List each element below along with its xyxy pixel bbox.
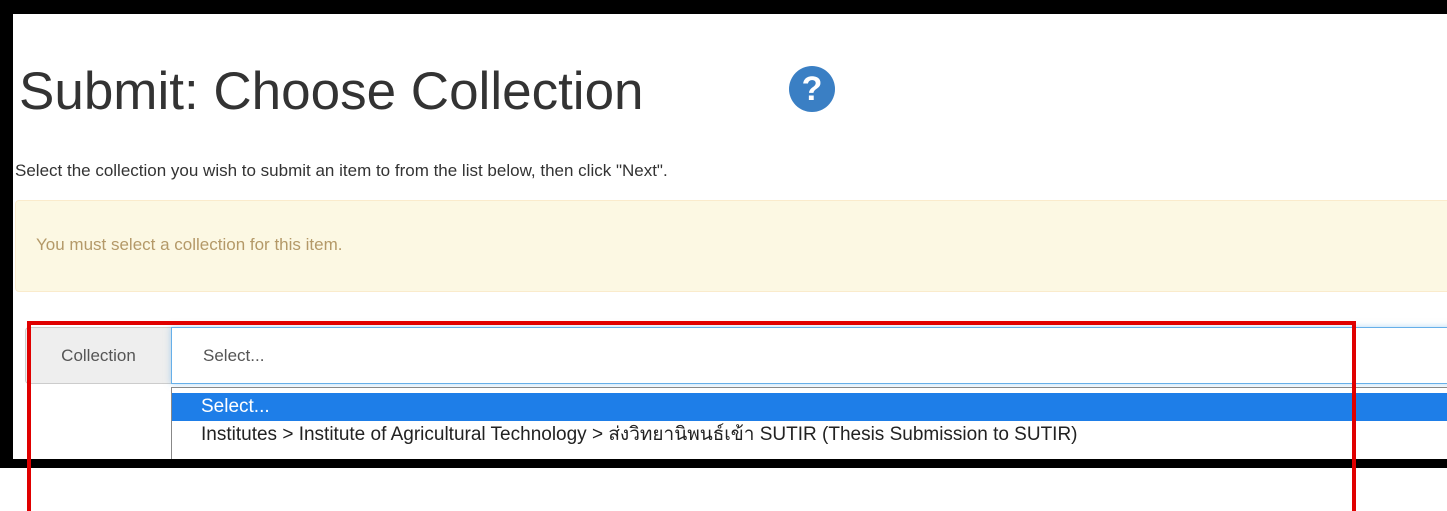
collection-dropdown-list: Select... Institutes > Institute of Agri…	[171, 387, 1447, 459]
collection-label: Collection	[25, 327, 171, 384]
collection-option-select[interactable]: Select...	[172, 393, 1447, 421]
collection-select-value: Select...	[203, 345, 265, 365]
collection-select[interactable]: Select...	[171, 327, 1447, 384]
question-circle-icon[interactable]: ?	[789, 66, 835, 112]
warning-alert: You must select a collection for this it…	[15, 200, 1447, 292]
intro-text: Select the collection you wish to submit…	[15, 161, 668, 180]
collection-input-group: Collection Select...	[25, 327, 1447, 384]
page-frame: Submit: Choose Collection ? Select the c…	[0, 0, 1447, 468]
collection-option-thesis-submission[interactable]: Institutes > Institute of Agricultural T…	[172, 421, 1447, 449]
alert-message: You must select a collection for this it…	[36, 235, 343, 254]
page-title: Submit: Choose Collection	[19, 62, 644, 121]
